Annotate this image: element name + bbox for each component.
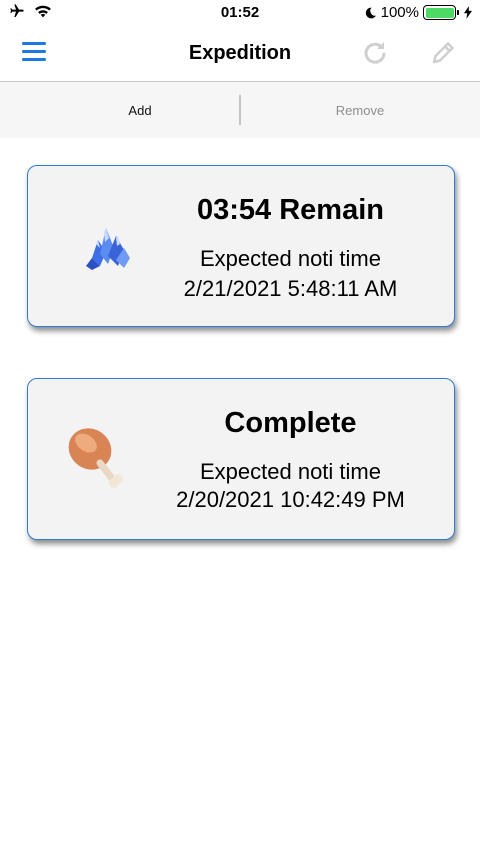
expedition-card[interactable]: Complete Expected noti time 2/20/2021 10…	[27, 378, 455, 540]
battery-icon	[423, 5, 459, 20]
charging-bolt-icon	[464, 6, 472, 19]
noti-time-value: 2/20/2021 10:42:49 PM	[176, 487, 405, 512]
expedition-status: Complete	[224, 407, 357, 439]
moon-icon	[365, 7, 376, 18]
add-button[interactable]: Add	[20, 82, 260, 138]
expedition-card[interactable]: 03:54 Remain Expected noti time 2/21/202…	[27, 165, 455, 327]
noti-time-label: Expected noti time	[200, 459, 381, 484]
status-right-icons: 100%	[364, 4, 472, 21]
status-bar: 01:52 100%	[0, 0, 480, 28]
edit-pencil-icon[interactable]	[428, 38, 458, 68]
refresh-icon[interactable]	[360, 38, 390, 68]
action-bar: Add Remove	[0, 82, 480, 138]
nav-bar: Expedition	[0, 28, 480, 82]
noti-time-value: 2/21/2021 5:48:11 AM	[183, 276, 398, 301]
battery-fill	[425, 7, 454, 18]
page-title: Expedition	[188, 42, 292, 64]
remove-button[interactable]: Remove	[240, 82, 480, 138]
expedition-status: 03:54 Remain	[197, 194, 384, 226]
battery-percent: 100%	[380, 4, 419, 21]
noti-time-label: Expected noti time	[200, 246, 381, 271]
crystal-icon	[86, 228, 130, 270]
meat-icon	[68, 428, 123, 488]
